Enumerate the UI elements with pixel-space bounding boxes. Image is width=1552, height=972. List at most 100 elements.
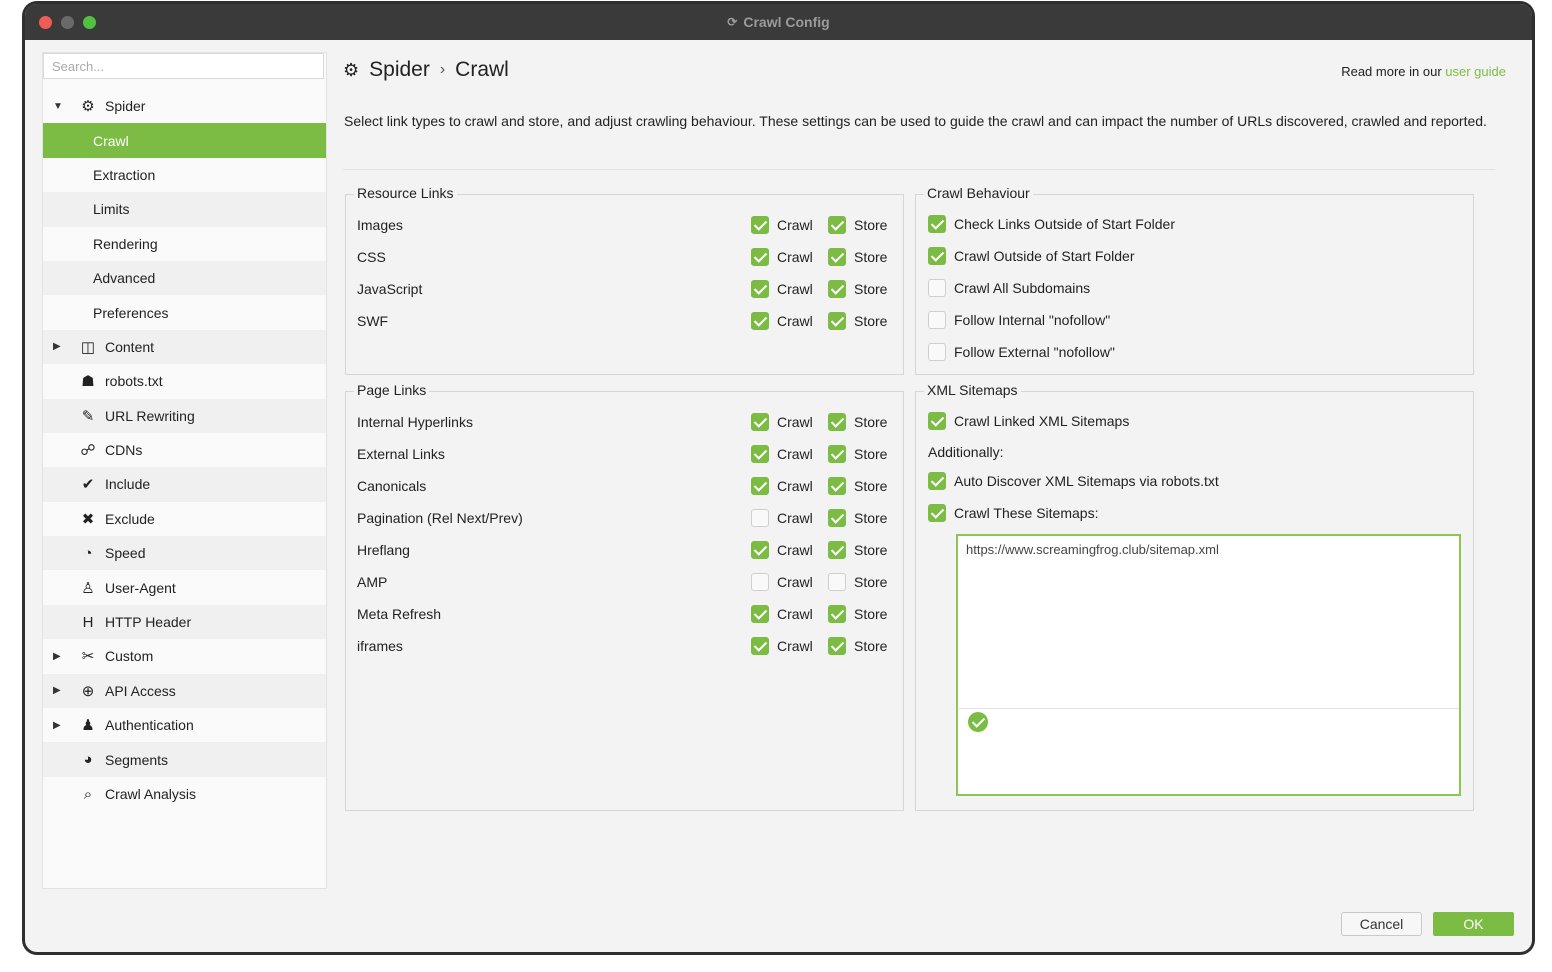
crawl-option[interactable]: Crawl: [751, 445, 813, 463]
store-checkbox[interactable]: [828, 477, 846, 495]
crawl-option[interactable]: Crawl: [751, 312, 813, 330]
store-checkbox[interactable]: [828, 445, 846, 463]
store-option[interactable]: Store: [828, 541, 887, 559]
store-option[interactable]: Store: [828, 637, 887, 655]
expand-right-icon[interactable]: ▶: [53, 341, 63, 352]
store-option[interactable]: Store: [828, 605, 887, 623]
crawl-behaviour-checkbox[interactable]: [928, 279, 946, 297]
store-checkbox[interactable]: [828, 280, 846, 298]
sidebar-item-extraction[interactable]: Extraction: [43, 158, 326, 192]
crawl-checkbox[interactable]: [751, 541, 769, 559]
crawl-behaviour-option[interactable]: Follow External "nofollow": [928, 343, 1115, 361]
auto-discover-option[interactable]: Auto Discover XML Sitemaps via robots.tx…: [928, 472, 1219, 490]
store-option[interactable]: Store: [828, 248, 887, 266]
store-checkbox[interactable]: [828, 312, 846, 330]
crawl-linked-sitemaps-checkbox[interactable]: [928, 412, 946, 430]
crawl-option[interactable]: Crawl: [751, 248, 813, 266]
crawl-option[interactable]: Crawl: [751, 573, 813, 591]
sidebar-item-include[interactable]: ✔ Include: [43, 467, 326, 502]
crawl-behaviour-checkbox[interactable]: [928, 215, 946, 233]
sidebar-item-exclude[interactable]: ✖ Exclude: [43, 502, 326, 536]
breadcrumb-parent[interactable]: Spider: [369, 58, 430, 82]
sidebar-item-robots-txt[interactable]: ☗ robots.txt: [43, 364, 326, 398]
sidebar-item-authentication[interactable]: ▶ ♟ Authentication: [43, 708, 326, 742]
sidebar-item-url-rewriting[interactable]: ✎ URL Rewriting: [43, 398, 326, 433]
user-guide-link[interactable]: user guide: [1445, 64, 1506, 79]
store-option[interactable]: Store: [828, 477, 887, 495]
ok-button[interactable]: OK: [1433, 912, 1514, 936]
crawl-option[interactable]: Crawl: [751, 413, 813, 431]
store-checkbox[interactable]: [828, 509, 846, 527]
crawl-checkbox[interactable]: [751, 312, 769, 330]
crawl-checkbox[interactable]: [751, 445, 769, 463]
crawl-option[interactable]: Crawl: [751, 637, 813, 655]
store-option[interactable]: Store: [828, 413, 887, 431]
crawl-checkbox[interactable]: [751, 248, 769, 266]
expand-down-icon[interactable]: ▼: [53, 101, 63, 112]
crawl-these-sitemaps-option[interactable]: Crawl These Sitemaps:: [928, 504, 1098, 522]
crawl-behaviour-option[interactable]: Crawl All Subdomains: [928, 279, 1090, 297]
sidebar-item-user-agent[interactable]: ♙ User-Agent: [43, 570, 326, 604]
crawl-behaviour-checkbox[interactable]: [928, 311, 946, 329]
crawl-checkbox[interactable]: [751, 413, 769, 431]
cancel-button[interactable]: Cancel: [1341, 912, 1422, 936]
store-checkbox[interactable]: [828, 216, 846, 234]
store-option[interactable]: Store: [828, 280, 887, 298]
crawl-checkbox[interactable]: [751, 509, 769, 527]
sitemap-url[interactable]: https://www.screamingfrog.club/sitemap.x…: [966, 542, 1219, 557]
crawl-option[interactable]: Crawl: [751, 509, 813, 527]
store-checkbox[interactable]: [828, 248, 846, 266]
sidebar-item-advanced[interactable]: Advanced: [43, 260, 326, 296]
sidebar-item-speed[interactable]: ◔ Speed: [43, 536, 326, 571]
close-window-button[interactable]: [39, 16, 52, 29]
expand-right-icon[interactable]: ▶: [53, 685, 63, 696]
crawl-checkbox[interactable]: [751, 216, 769, 234]
sidebar-item-crawl[interactable]: Crawl: [43, 123, 326, 158]
search-input[interactable]: [43, 53, 324, 79]
store-option[interactable]: Store: [828, 312, 887, 330]
sidebar-item-segments[interactable]: ◕ Segments: [43, 742, 326, 777]
store-checkbox[interactable]: [828, 605, 846, 623]
expand-right-icon[interactable]: ▶: [53, 720, 63, 731]
sidebar-item-limits[interactable]: Limits: [43, 192, 326, 227]
store-checkbox[interactable]: [828, 541, 846, 559]
sitemaps-textarea[interactable]: https://www.screamingfrog.club/sitemap.x…: [956, 534, 1461, 796]
crawl-option[interactable]: Crawl: [751, 605, 813, 623]
crawl-linked-sitemaps-option[interactable]: Crawl Linked XML Sitemaps: [928, 412, 1129, 430]
sidebar-item-api-access[interactable]: ▶ ⊕ API Access: [43, 673, 326, 709]
crawl-option[interactable]: Crawl: [751, 541, 813, 559]
crawl-option[interactable]: Crawl: [751, 280, 813, 298]
crawl-checkbox[interactable]: [751, 280, 769, 298]
zoom-window-button[interactable]: [83, 16, 96, 29]
crawl-checkbox[interactable]: [751, 605, 769, 623]
store-checkbox[interactable]: [828, 573, 846, 591]
sidebar-item-preferences[interactable]: Preferences: [43, 295, 326, 329]
crawl-behaviour-option[interactable]: Check Links Outside of Start Folder: [928, 215, 1175, 233]
sidebar-item-spider[interactable]: ▼ ⚙ Spider: [43, 89, 326, 123]
store-option[interactable]: Store: [828, 216, 887, 234]
store-option[interactable]: Store: [828, 573, 887, 591]
sidebar-item-content[interactable]: ▶ ◫ Content: [43, 329, 326, 365]
store-option[interactable]: Store: [828, 509, 887, 527]
sidebar-item-rendering[interactable]: Rendering: [43, 227, 326, 261]
crawl-option[interactable]: Crawl: [751, 216, 813, 234]
sidebar-item-custom[interactable]: ▶ ✂ Custom: [43, 639, 326, 673]
crawl-checkbox[interactable]: [751, 573, 769, 591]
crawl-these-sitemaps-checkbox[interactable]: [928, 504, 946, 522]
minimize-window-button[interactable]: [61, 16, 74, 29]
sidebar-item-cdns[interactable]: ☍ CDNs: [43, 433, 326, 467]
crawl-option[interactable]: Crawl: [751, 477, 813, 495]
crawl-checkbox[interactable]: [751, 637, 769, 655]
crawl-behaviour-option[interactable]: Follow Internal "nofollow": [928, 311, 1110, 329]
auto-discover-checkbox[interactable]: [928, 472, 946, 490]
store-option[interactable]: Store: [828, 445, 887, 463]
sidebar-item-crawl-analysis[interactable]: ⌕ Crawl Analysis: [43, 777, 326, 811]
sidebar-item-http-header[interactable]: H HTTP Header: [43, 604, 326, 640]
crawl-behaviour-option[interactable]: Crawl Outside of Start Folder: [928, 247, 1135, 265]
crawl-behaviour-checkbox[interactable]: [928, 247, 946, 265]
store-checkbox[interactable]: [828, 637, 846, 655]
crawl-behaviour-checkbox[interactable]: [928, 343, 946, 361]
store-checkbox[interactable]: [828, 413, 846, 431]
crawl-checkbox[interactable]: [751, 477, 769, 495]
expand-right-icon[interactable]: ▶: [53, 651, 63, 662]
